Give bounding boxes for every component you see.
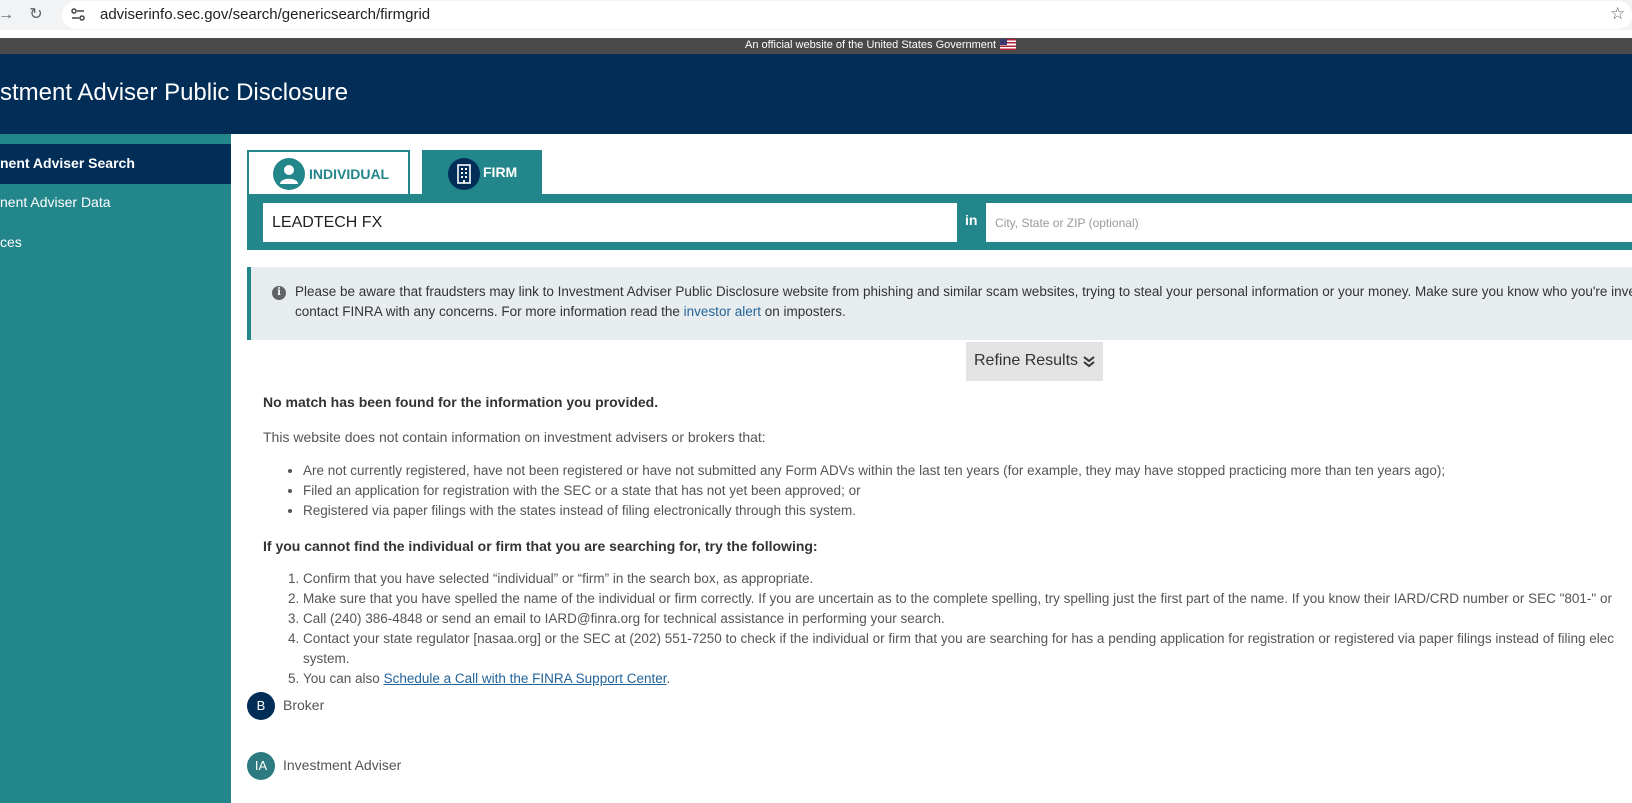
list-item: Confirm that you have selected “individu…	[303, 569, 1632, 589]
schedule-call-link[interactable]: Schedule a Call with the FINRA Support C…	[384, 671, 667, 686]
forward-arrow-icon[interactable]: →	[0, 3, 18, 27]
sidebar-item-resources[interactable]: ces	[0, 223, 231, 263]
investment-adviser-badge: IA	[247, 752, 275, 780]
list-item: Contact your state regulator [nasaa.org]…	[303, 629, 1632, 669]
list-item: Are not currently registered, have not b…	[303, 461, 1445, 481]
search-input[interactable]	[263, 203, 957, 242]
refine-results-label: Refine Results	[974, 352, 1079, 369]
site-settings-icon[interactable]	[70, 7, 86, 23]
in-label: in	[965, 212, 978, 228]
sidebar-item-label: nent Adviser Search	[0, 155, 135, 171]
reload-icon[interactable]: ↻	[24, 3, 48, 27]
us-flag-icon	[1000, 39, 1017, 50]
notes-list: Are not currently registered, have not b…	[263, 461, 1445, 521]
site-header: stment Adviser Public Disclosure	[0, 54, 1632, 134]
broker-badge: B	[247, 692, 275, 720]
gov-banner: An official website of the United States…	[0, 38, 1632, 54]
double-chevron-down-icon	[1083, 356, 1095, 368]
list-item: You can also Schedule a Call with the FI…	[303, 669, 1632, 689]
sidebar-item-adviser-search[interactable]: nent Adviser Search	[0, 144, 231, 184]
step5-suffix: .	[666, 671, 671, 686]
building-icon	[448, 158, 480, 190]
try-following-heading: If you cannot find the individual or fir…	[263, 538, 818, 554]
tab-individual[interactable]: INDIVIDUAL	[247, 150, 410, 194]
browser-toolbar: → ↻ adviserinfo.sec.gov/search/genericse…	[0, 0, 1632, 30]
sidebar-item-label: ces	[0, 234, 22, 250]
location-input[interactable]	[986, 203, 1632, 242]
refine-results-button[interactable]: Refine Results	[966, 342, 1103, 381]
tab-label: FIRM	[483, 164, 518, 180]
list-item: Call (240) 386-4848 or send an email to …	[303, 609, 1632, 629]
step5-prefix: You can also	[303, 671, 384, 686]
steps-list: Confirm that you have selected “individu…	[263, 569, 1632, 689]
bookmark-star-icon[interactable]: ☆	[1610, 4, 1625, 24]
url-text[interactable]: adviserinfo.sec.gov/search/genericsearch…	[100, 6, 430, 23]
sidebar-item-label: nent Adviser Data	[0, 194, 111, 210]
fraud-alert: i Please be aware that fraudsters may li…	[247, 267, 1632, 340]
legend-label: Broker	[283, 697, 325, 713]
sidebar: nent Adviser Search nent Adviser Data ce…	[0, 134, 231, 803]
no-match-message: No match has been found for the informat…	[263, 394, 659, 410]
investor-alert-link[interactable]: investor alert	[684, 304, 761, 319]
gov-banner-text: An official website of the United States…	[745, 39, 997, 51]
alert-text: Please be aware that fraudsters may link…	[295, 284, 1632, 319]
alert-text-end: on imposters.	[760, 304, 846, 319]
list-item: Registered via paper filings with the st…	[303, 501, 1445, 521]
legend-label: Investment Adviser	[283, 757, 402, 773]
info-icon: i	[272, 286, 286, 300]
intro-text: This website does not contain informatio…	[263, 429, 766, 445]
list-item: Filed an application for registration wi…	[303, 481, 1445, 501]
list-item: Make sure that you have spelled the name…	[303, 589, 1632, 609]
tab-firm[interactable]: FIRM	[422, 150, 542, 194]
page-title[interactable]: stment Adviser Public Disclosure	[0, 79, 348, 107]
person-icon	[273, 158, 305, 190]
sidebar-item-adviser-data[interactable]: nent Adviser Data	[0, 183, 231, 223]
tab-label: INDIVIDUAL	[309, 166, 390, 182]
alert-message: Please be aware that fraudsters may link…	[295, 282, 1632, 322]
